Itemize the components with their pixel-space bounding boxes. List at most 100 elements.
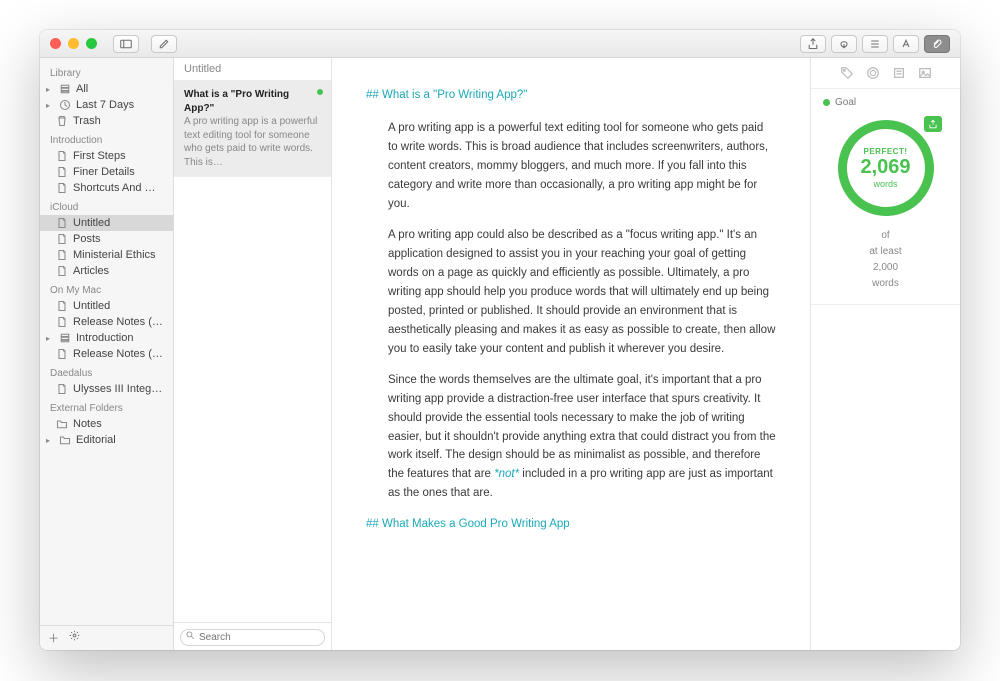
sidebar-item-label: First Steps <box>73 150 126 162</box>
paragraph: A pro writing app could also be describe… <box>366 226 776 359</box>
sidebar-item[interactable]: Untitled <box>40 215 173 231</box>
sidebar-item[interactable]: Notes <box>40 416 173 432</box>
sidebar-item[interactable]: Finer Details <box>40 164 173 180</box>
disclosure-triangle-icon[interactable]: ▸ <box>46 101 54 110</box>
sidebar-group-header: Introduction <box>40 129 173 148</box>
sidebar-item[interactable]: Trash <box>40 113 173 129</box>
sidebar-item[interactable]: ▸ Last 7 Days <box>40 97 173 113</box>
emphasis: *not* <box>494 468 519 480</box>
sidebar-item[interactable]: Release Notes (1.1) <box>40 346 173 362</box>
quick-export-button[interactable] <box>831 35 857 53</box>
paragraph: A pro writing app is a powerful text edi… <box>366 119 776 214</box>
sheet-icon <box>56 233 68 245</box>
editor-area[interactable]: ## What is a "Pro Writing App?" A pro wr… <box>332 58 810 650</box>
trash-icon <box>56 115 68 127</box>
sidebar-group-header: iCloud <box>40 196 173 215</box>
sidebar-toggle-button[interactable] <box>113 35 139 53</box>
folder-icon <box>59 434 71 446</box>
close-window-button[interactable] <box>50 38 61 49</box>
sidebar-item-label: Introduction <box>76 332 133 344</box>
goal-progress-ring: PERFECT! 2,069 words <box>838 120 934 216</box>
disclosure-triangle-icon[interactable]: ▸ <box>46 334 54 343</box>
sidebar-group-header: Daedalus <box>40 362 173 381</box>
library-sidebar: Library▸All▸Last 7 DaysTrashIntroduction… <box>40 58 174 650</box>
sidebar-settings-button[interactable] <box>69 630 80 646</box>
sheet-icon <box>56 316 68 328</box>
goal-share-button[interactable] <box>924 116 942 132</box>
tag-tab-icon[interactable] <box>840 66 854 80</box>
sheet-list-header: Untitled <box>174 58 331 81</box>
goal-perfect-label: PERFECT! <box>864 147 908 156</box>
goal-section-header[interactable]: Goal <box>811 89 960 116</box>
sheet-icon <box>56 217 68 229</box>
sidebar-item[interactable]: Shortcuts And Oth… <box>40 180 173 196</box>
titlebar <box>40 30 960 58</box>
sidebar-item[interactable]: Release Notes (1.2) <box>40 314 173 330</box>
sidebar-item[interactable]: Articles <box>40 263 173 279</box>
app-window: Library▸All▸Last 7 DaysTrashIntroduction… <box>40 30 960 650</box>
window-controls <box>50 38 97 49</box>
sidebar-item-label: Notes <box>73 418 102 430</box>
sidebar-item[interactable]: ▸ Editorial <box>40 432 173 448</box>
sidebar-item-label: Untitled <box>73 217 110 229</box>
stack-icon <box>59 83 71 95</box>
sidebar-group-header: External Folders <box>40 397 173 416</box>
sheet-icon <box>56 300 68 312</box>
sheet-status-dot <box>317 89 323 95</box>
goal-tab-icon[interactable] <box>866 66 880 80</box>
disclosure-triangle-icon[interactable]: ▸ <box>46 436 54 445</box>
sidebar-item-label: Articles <box>73 265 109 277</box>
sidebar-item-label: Posts <box>73 233 101 245</box>
navigator-button[interactable] <box>862 35 888 53</box>
search-icon <box>185 630 195 640</box>
goal-target-text: of at least 2,000 words <box>811 222 960 305</box>
sheet-icon <box>56 249 68 261</box>
sheet-icon <box>56 265 68 277</box>
sheet-icon <box>56 383 68 395</box>
minimize-window-button[interactable] <box>68 38 79 49</box>
sidebar-item[interactable]: Ulysses III Integration <box>40 381 173 397</box>
goal-status-dot <box>823 99 830 106</box>
paragraph: Since the words themselves are the ultim… <box>366 371 776 504</box>
sidebar-item-label: Shortcuts And Oth… <box>73 182 163 194</box>
sidebar-item-label: Release Notes (1.2) <box>73 316 163 328</box>
search-input[interactable] <box>180 629 325 646</box>
sheet-icon <box>56 150 68 162</box>
note-tab-icon[interactable] <box>892 66 906 80</box>
sidebar-item-label: Untitled <box>73 300 110 312</box>
goal-unit: words <box>873 179 897 189</box>
fullscreen-window-button[interactable] <box>86 38 97 49</box>
sheet-title: What is a "Pro Writing App?" <box>184 88 321 115</box>
compose-button[interactable] <box>151 35 177 53</box>
sheet-preview: A pro writing app is a powerful text edi… <box>184 115 321 169</box>
goal-word-count: 2,069 <box>860 156 910 179</box>
markup-button[interactable] <box>893 35 919 53</box>
sheet-list: Untitled What is a "Pro Writing App?"A p… <box>174 58 332 650</box>
sidebar-item[interactable]: ▸ Introduction <box>40 330 173 346</box>
sidebar-item[interactable]: Posts <box>40 231 173 247</box>
sidebar-item[interactable]: First Steps <box>40 148 173 164</box>
sidebar-item-label: Ministerial Ethics <box>73 249 156 261</box>
disclosure-triangle-icon[interactable]: ▸ <box>46 85 54 94</box>
sheet-icon <box>56 182 68 194</box>
sidebar-item-label: Last 7 Days <box>76 99 134 111</box>
stack-icon <box>59 332 71 344</box>
sidebar-item-label: Editorial <box>76 434 116 446</box>
attachments-button[interactable] <box>924 35 950 53</box>
add-group-button[interactable]: ＋ <box>48 630 59 646</box>
clock-icon <box>59 99 71 111</box>
sidebar-group-header: On My Mac <box>40 279 173 298</box>
sidebar-item[interactable]: ▸ All <box>40 81 173 97</box>
sidebar-item[interactable]: Untitled <box>40 298 173 314</box>
sheet-icon <box>56 348 68 360</box>
sidebar-item-label: Trash <box>73 115 101 127</box>
sidebar-item-label: Finer Details <box>73 166 135 178</box>
sidebar-item[interactable]: Ministerial Ethics <box>40 247 173 263</box>
sidebar-item-label: All <box>76 83 88 95</box>
goal-label: Goal <box>835 97 856 108</box>
sheet-list-item[interactable]: What is a "Pro Writing App?"A pro writin… <box>174 81 331 177</box>
sidebar-item-label: Release Notes (1.1) <box>73 348 163 360</box>
share-button[interactable] <box>800 35 826 53</box>
image-tab-icon[interactable] <box>918 66 932 80</box>
inspector-panel: Goal PERFECT! 2,069 words of at least 2,… <box>810 58 960 650</box>
